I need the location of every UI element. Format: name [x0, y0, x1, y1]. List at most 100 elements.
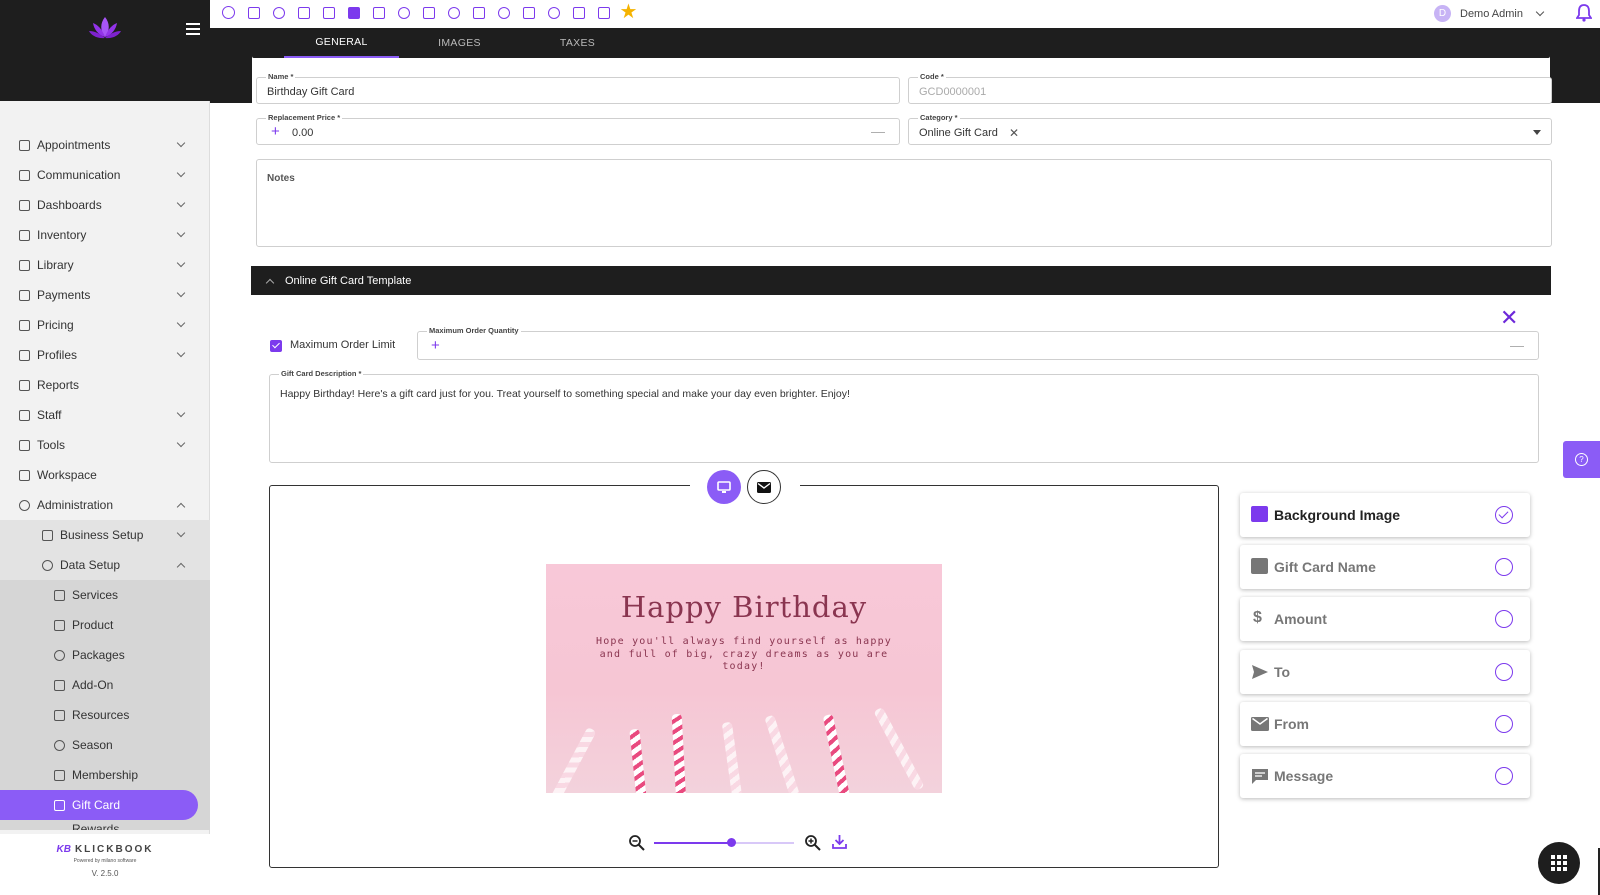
sidebar-item-appointments[interactable]: Appointments — [0, 130, 210, 160]
sidebar-item-dashboards[interactable]: Dashboards — [0, 190, 210, 220]
sidebar-item-resources[interactable]: Resources — [0, 700, 210, 730]
gift-card-description-value: Happy Birthday! Here's a gift card just … — [280, 388, 850, 400]
smile-icon[interactable] — [545, 4, 562, 21]
maximum-order-quantity-field[interactable]: Maximum Order Quantity + — — [417, 326, 1539, 360]
name-value: Birthday Gift Card — [267, 86, 355, 98]
sidebar-item-administration[interactable]: Administration — [0, 490, 210, 520]
grid-icon[interactable] — [320, 4, 337, 21]
close-icon[interactable]: ✕ — [1500, 307, 1518, 329]
check-circle-icon[interactable] — [1495, 506, 1513, 524]
sidebar-item-reports[interactable]: Reports — [0, 370, 210, 400]
tune-icon[interactable] — [245, 4, 262, 21]
tag-icon[interactable] — [395, 4, 412, 21]
notes-label: Notes — [267, 173, 295, 184]
radio-circle-icon[interactable] — [1495, 558, 1513, 576]
maximum-order-limit-checkbox[interactable] — [270, 340, 282, 352]
sidebar-item-rewards[interactable]: Rewards — [0, 820, 210, 830]
apps-grid-button[interactable] — [1538, 842, 1580, 884]
zoom-in-icon[interactable] — [804, 834, 821, 851]
sidebar-item-season[interactable]: Season — [0, 730, 210, 760]
notes-field[interactable]: Notes — [256, 159, 1552, 247]
plus-icon[interactable]: + — [271, 123, 280, 140]
sidebar-item-add-on[interactable]: Add-On — [0, 670, 210, 700]
download-icon[interactable] — [831, 833, 848, 850]
sidebar-item-profiles[interactable]: Profiles — [0, 340, 210, 370]
replacement-price-field[interactable]: Replacement Price * + 0.00 — — [256, 113, 900, 145]
radio-circle-icon[interactable] — [1495, 663, 1513, 681]
sidebar-item-data-setup[interactable]: Data Setup — [0, 550, 210, 580]
list-icon[interactable] — [470, 4, 487, 21]
sidebar-item-label: Pricing — [37, 318, 74, 332]
option-message[interactable]: Message — [1240, 754, 1530, 798]
link-icon — [54, 679, 65, 691]
option-amount[interactable]: $ Amount — [1240, 597, 1530, 641]
header-backdrop — [210, 28, 252, 103]
dropdown-arrow-icon[interactable] — [1533, 130, 1541, 135]
scan-icon[interactable] — [520, 4, 537, 21]
tab-taxes[interactable]: TAXES — [520, 28, 635, 58]
sidebar-item-pricing[interactable]: Pricing — [0, 310, 210, 340]
zoom-out-icon[interactable] — [628, 834, 645, 851]
briefcase-icon[interactable] — [345, 4, 362, 21]
user-menu[interactable]: D Demo Admin — [1434, 5, 1545, 22]
workspace-icon — [19, 469, 30, 481]
message-icon — [1252, 769, 1268, 784]
sidebar-item-workspace[interactable]: Workspace — [0, 460, 210, 490]
hamburger-menu-icon[interactable] — [186, 23, 200, 35]
code-value: GCD0000001 — [919, 86, 987, 98]
tab-images[interactable]: IMAGES — [402, 28, 517, 58]
sidebar-item-staff[interactable]: Staff — [0, 400, 210, 430]
card-message: Hope you'll always find yourself as happ… — [595, 636, 893, 672]
sidebar-item-label: Appointments — [37, 138, 111, 152]
help-button[interactable]: ? — [1563, 441, 1600, 478]
category-select[interactable]: Category * Online Gift Card ✕ — [908, 113, 1552, 145]
sidebar-item-business-setup[interactable]: Business Setup — [0, 520, 210, 550]
radio-circle-icon[interactable] — [1495, 767, 1513, 785]
option-to[interactable]: To — [1240, 650, 1530, 694]
sidebar-item-payments[interactable]: Payments — [0, 280, 210, 310]
radio-circle-icon[interactable] — [1495, 715, 1513, 733]
face-icon[interactable] — [495, 4, 512, 21]
minus-icon[interactable]: — — [871, 123, 885, 139]
star-icon[interactable]: ★ — [620, 2, 638, 22]
quick-access-icons: ★ — [220, 2, 638, 22]
name-field[interactable]: Name * Birthday Gift Card — [256, 72, 900, 104]
sidebar-item-packages[interactable]: Packages — [0, 640, 210, 670]
gift-card-description-field[interactable]: Gift Card Description * Happy Birthday! … — [269, 369, 1539, 463]
option-from[interactable]: From — [1240, 702, 1530, 746]
sidebar-item-inventory[interactable]: Inventory — [0, 220, 210, 250]
email-preview-button[interactable] — [747, 470, 781, 504]
chevron-down-icon — [1535, 7, 1545, 17]
monitor-icon — [717, 480, 731, 493]
sidebar-item-gift-card[interactable]: Gift Card — [0, 790, 198, 820]
chevron-down-icon — [176, 528, 186, 538]
sidebar-item-product[interactable]: Product — [0, 610, 210, 640]
plus-icon[interactable]: + — [431, 337, 440, 354]
candle — [629, 728, 649, 793]
minus-icon[interactable]: — — [1510, 337, 1524, 353]
sidebar-item-tools[interactable]: Tools — [0, 430, 210, 460]
split-icon[interactable] — [570, 4, 587, 21]
clock-icon[interactable] — [445, 4, 462, 21]
id-card-icon[interactable] — [370, 4, 387, 21]
calendar-icon[interactable] — [420, 4, 437, 21]
option-background-image[interactable]: Background Image — [1240, 493, 1530, 537]
sidebar-item-membership[interactable]: Membership — [0, 760, 210, 790]
zoom-slider-thumb[interactable] — [726, 838, 736, 847]
option-gift-card-name[interactable]: Gift Card Name — [1240, 545, 1530, 589]
clear-icon[interactable]: ✕ — [1009, 126, 1019, 140]
sidebar-item-communication[interactable]: Communication — [0, 160, 210, 190]
spa-icon[interactable] — [270, 4, 287, 21]
sidebar-item-library[interactable]: Library — [0, 250, 210, 280]
search-icon[interactable] — [220, 4, 237, 21]
desktop-preview-button[interactable] — [707, 470, 741, 504]
chevron-up-icon — [176, 502, 186, 512]
online-gift-card-template-header[interactable]: Online Gift Card Template — [251, 266, 1551, 295]
chat-icon[interactable] — [595, 4, 612, 21]
tab-general[interactable]: GENERAL — [284, 28, 399, 58]
sidebar-item-services[interactable]: Services — [0, 580, 210, 610]
code-field[interactable]: Code * GCD0000001 — [908, 72, 1552, 104]
radio-circle-icon[interactable] — [1495, 610, 1513, 628]
bell-icon[interactable] — [1576, 4, 1592, 22]
chair-icon[interactable] — [295, 4, 312, 21]
